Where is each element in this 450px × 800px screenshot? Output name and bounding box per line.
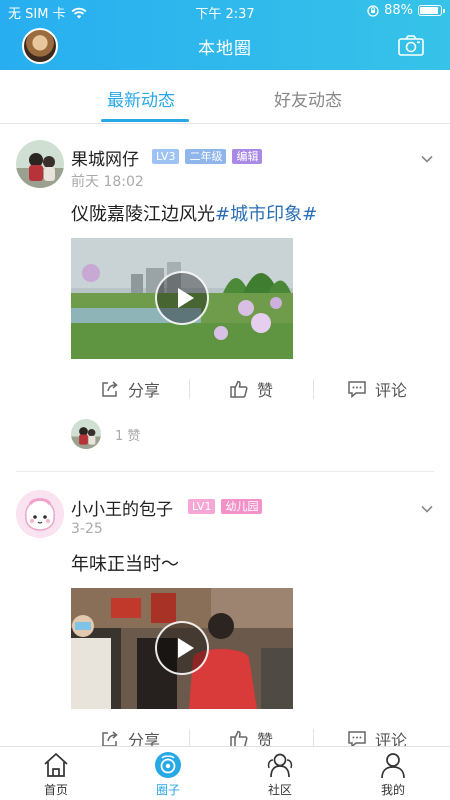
play-icon[interactable] [155, 621, 209, 675]
chevron-down-icon[interactable] [420, 502, 434, 516]
battery-percent: 88% [384, 3, 413, 18]
topic-tag[interactable]: #城市印象# [215, 204, 317, 225]
share-label: 分享 [128, 731, 161, 746]
post-divider [16, 471, 434, 472]
action-divider [189, 729, 190, 746]
post-time: 前天 18:02 [71, 174, 144, 190]
nav-community[interactable]: 社区 [250, 751, 310, 798]
action-divider [189, 379, 190, 399]
share-icon [102, 731, 118, 746]
role-badge: 编辑 [232, 149, 263, 164]
like-label: 赞 [257, 381, 274, 400]
home-icon [44, 752, 68, 777]
like-button[interactable]: 赞 [229, 377, 273, 401]
bottom-nav: 首页 圈子 社区 我的 [0, 746, 450, 800]
tab-friends[interactable]: 好友动态 [274, 86, 342, 111]
profile-icon [381, 753, 405, 779]
post-author-name[interactable]: 小小王的包子 [71, 495, 173, 520]
comment-button[interactable]: 评论 [347, 727, 407, 746]
share-label: 分享 [128, 381, 161, 400]
circle-icon [155, 752, 181, 778]
video-thumbnail[interactable] [71, 238, 293, 359]
active-tab-indicator [101, 119, 189, 122]
post-body: 年味正当时～ [71, 554, 179, 575]
post-text: 年味正当时～ [71, 550, 179, 576]
community-icon [267, 753, 293, 778]
post-actions: 分享 赞 评论 [71, 377, 433, 401]
post-text: 仪陇嘉陵江边风光#城市印象# [71, 200, 317, 226]
grade-badge: 幼儿园 [221, 499, 263, 514]
orientation-lock-icon [367, 4, 379, 17]
feed-tabs: 最新动态 好友动态 [0, 70, 450, 124]
post-time: 3-25 [71, 521, 103, 537]
nav-circle[interactable]: 圈子 [138, 751, 198, 798]
comment-icon [348, 731, 366, 746]
author-badges: LV1 幼儿园 [188, 499, 263, 514]
likes-count: 1 赞 [115, 428, 141, 444]
nav-profile[interactable]: 我的 [363, 751, 423, 798]
share-icon [102, 381, 118, 397]
nav-circle-label: 圈子 [155, 783, 180, 797]
share-button[interactable]: 分享 [100, 377, 160, 401]
post-author-avatar[interactable] [16, 140, 64, 188]
status-bar: 无 SIM 卡 下午 2:37 88% [0, 0, 450, 22]
nav-home[interactable]: 首页 [26, 751, 86, 798]
share-button[interactable]: 分享 [100, 727, 160, 746]
action-divider [313, 379, 314, 399]
post-card: 果城网仔 LV3 二年级 编辑 前天 18:02 仪陇嘉陵江边风光#城市印象# [0, 124, 450, 474]
play-icon[interactable] [155, 271, 209, 325]
post-body: 仪陇嘉陵江边风光 [71, 204, 215, 225]
thumbs-up-icon [230, 730, 248, 746]
avatar-cartoon [16, 490, 64, 538]
likes-summary[interactable]: 1 赞 [71, 419, 140, 449]
like-label: 赞 [257, 731, 274, 746]
camera-icon[interactable] [398, 34, 424, 56]
comment-button[interactable]: 评论 [347, 377, 407, 401]
nav-home-label: 首页 [43, 783, 68, 797]
comment-icon [348, 381, 366, 399]
action-divider [313, 729, 314, 746]
grade-badge: 二年级 [185, 149, 227, 164]
comment-label: 评论 [375, 731, 408, 746]
header-bar: 无 SIM 卡 下午 2:37 88% 本地圈 [0, 0, 450, 70]
like-button[interactable]: 赞 [229, 727, 273, 746]
nav-community-label: 社区 [267, 783, 292, 797]
post-author-avatar[interactable] [16, 490, 64, 538]
liker-avatar[interactable] [71, 419, 101, 449]
battery-icon [418, 5, 445, 16]
nav-profile-label: 我的 [380, 783, 405, 797]
avatar-photo [16, 140, 64, 188]
thumbs-up-icon [230, 380, 248, 398]
video-thumbnail[interactable] [71, 588, 293, 709]
comment-label: 评论 [375, 381, 408, 400]
page-title: 本地圈 [198, 39, 252, 59]
level-badge: LV1 [188, 499, 216, 514]
level-badge: LV3 [152, 149, 180, 164]
avatar-photo [71, 419, 101, 449]
author-badges: LV3 二年级 编辑 [152, 149, 263, 164]
post-actions: 分享 赞 评论 [71, 727, 433, 746]
tab-latest[interactable]: 最新动态 [107, 86, 175, 111]
post-author-name[interactable]: 果城网仔 [71, 145, 139, 170]
chevron-down-icon[interactable] [420, 152, 434, 166]
battery-fill [420, 7, 438, 14]
post-card: 小小王的包子 LV1 幼儿园 3-25 年味正当时～ 分享 赞 评论 [0, 474, 450, 746]
